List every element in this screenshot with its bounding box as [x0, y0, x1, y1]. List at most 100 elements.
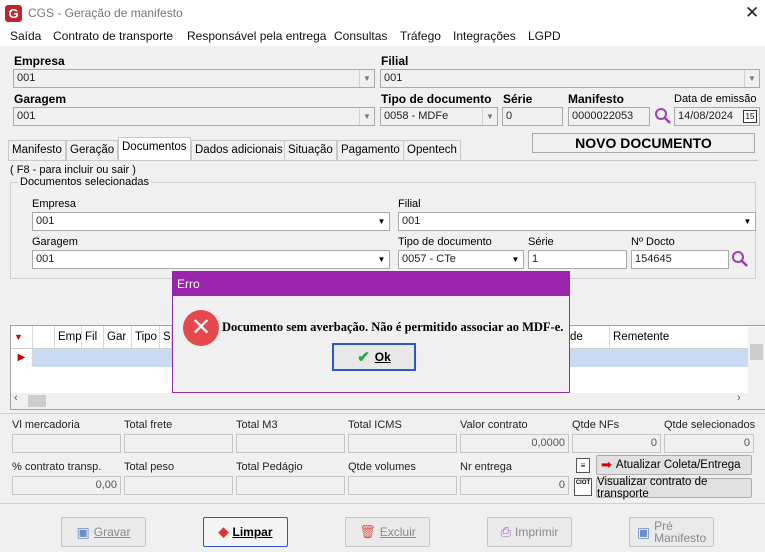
- doc-tipo-select[interactable]: 0057 - CTe ▼: [398, 250, 524, 269]
- documentos-group-title: Documentos selecionadas: [18, 176, 152, 188]
- tab-manifesto[interactable]: Manifesto: [8, 140, 66, 160]
- pre-manifesto-line2: Manifesto: [654, 531, 707, 545]
- empresa-label: Empresa: [14, 54, 65, 68]
- total-frete-field: [124, 434, 233, 453]
- footer-divider: [0, 503, 765, 504]
- tab-dados-adicionais[interactable]: Dados adicionais: [191, 140, 287, 160]
- nr-entrega-field: 0: [460, 476, 569, 495]
- menu-consultas[interactable]: Consultas: [334, 29, 387, 43]
- search-icon[interactable]: [731, 250, 749, 268]
- ciot-label: CIOT: [575, 480, 591, 486]
- tipo-documento-select[interactable]: 0058 - MDFe ▼: [380, 107, 498, 126]
- calendar-icon[interactable]: 15: [743, 110, 757, 123]
- limpar-button[interactable]: ◆ Limpar: [203, 517, 288, 547]
- atualizar-label: Atualizar Coleta/Entrega: [615, 459, 741, 471]
- printer-icon: ⎙: [500, 524, 512, 539]
- grid-col-s[interactable]: S: [160, 326, 172, 348]
- grid-col-frete[interactable]: de Frete: [566, 326, 610, 365]
- garagem-select[interactable]: 001 ▼: [13, 107, 375, 126]
- grid-hscroll-thumb[interactable]: [28, 395, 46, 407]
- grid-col-tipo[interactable]: Tipo: [132, 326, 160, 348]
- doc-filial-value: 001: [402, 215, 421, 227]
- imprimir-button[interactable]: ⎙ Imprimir: [487, 517, 572, 547]
- chevron-down-icon[interactable]: ▼: [744, 70, 759, 87]
- total-peso-label: Total peso: [124, 461, 175, 473]
- arrow-right-icon: ➡: [601, 457, 612, 472]
- doc-ndocto-input[interactable]: 154645: [631, 250, 729, 269]
- data-emissao-label: Data de emissão: [674, 93, 757, 105]
- tab-documentos[interactable]: Documentos: [118, 137, 191, 160]
- menu-contrato-transporte[interactable]: Contrato de transporte: [53, 29, 173, 43]
- grid-col-remetente[interactable]: Remetente: [610, 326, 750, 348]
- excluir-button[interactable]: 🗑 Excluir: [345, 517, 430, 547]
- menu-responsavel-entrega[interactable]: Responsável pela entrega: [187, 29, 326, 43]
- vl-mercadoria-field: [12, 434, 121, 453]
- doc-filial-select[interactable]: 001 ▼: [398, 212, 756, 231]
- data-emissao-input[interactable]: 14/08/2024 15: [674, 107, 760, 126]
- serie-input[interactable]: 0: [502, 107, 563, 126]
- filial-label: Filial: [381, 54, 409, 68]
- visualizar-contrato-button[interactable]: Visualizar contrato de transporte: [596, 476, 752, 500]
- chevron-down-icon[interactable]: ▼: [508, 251, 523, 268]
- qtde-nfs-field: 0: [572, 434, 661, 453]
- chevron-down-icon[interactable]: ▼: [482, 108, 497, 125]
- gravar-button[interactable]: ▣ Gravar: [61, 517, 146, 547]
- scroll-left-icon[interactable]: ‹: [14, 392, 18, 404]
- ciot-icon[interactable]: CIOT: [574, 478, 592, 496]
- total-pedagio-label: Total Pedágio: [236, 461, 303, 473]
- total-m3-label: Total M3: [236, 419, 278, 431]
- total-pedagio-field: [236, 476, 345, 495]
- chevron-down-icon[interactable]: ▼: [359, 108, 374, 125]
- doc-garagem-value: 001: [36, 253, 55, 265]
- menu-lgpd[interactable]: LGPD: [528, 29, 561, 43]
- app-logo-icon: G: [5, 5, 22, 22]
- status-banner: NOVO DOCUMENTO: [532, 133, 755, 153]
- doc-garagem-label: Garagem: [32, 236, 78, 248]
- grid-col-gar[interactable]: Gar: [104, 326, 132, 348]
- row-pointer-icon: ▶: [11, 349, 33, 367]
- chevron-down-icon[interactable]: ▼: [359, 70, 374, 87]
- scroll-right-icon[interactable]: ›: [737, 392, 741, 404]
- chevron-down-icon[interactable]: ▼: [740, 213, 755, 230]
- menu-integracoes[interactable]: Integrações: [453, 29, 516, 43]
- limpar-label: Limpar: [232, 525, 273, 539]
- menu-saida[interactable]: Saída: [10, 29, 41, 43]
- doc-serie-input[interactable]: 1: [528, 250, 627, 269]
- pre-manifesto-button[interactable]: ▣ Pré Manifesto: [629, 517, 714, 547]
- grid-vscroll-thumb[interactable]: [750, 344, 763, 360]
- document-icon[interactable]: ≡: [576, 458, 590, 473]
- data-emissao-value: 14/08/2024: [678, 110, 734, 122]
- grid-col-blank: [33, 326, 55, 348]
- menu-trafego[interactable]: Tráfego: [400, 29, 441, 43]
- search-icon[interactable]: [654, 107, 672, 125]
- doc-garagem-select[interactable]: 001 ▼: [32, 250, 390, 269]
- empresa-select[interactable]: 001 ▼: [13, 69, 375, 88]
- doc-ndocto-label: Nº Docto: [631, 236, 675, 248]
- grid-col-fil[interactable]: Fil: [82, 326, 104, 348]
- tab-opentech[interactable]: Opentech: [403, 140, 461, 160]
- manifesto-input[interactable]: 0000022053: [568, 107, 650, 126]
- filial-select[interactable]: 001 ▼: [380, 69, 760, 88]
- imprimir-label: Imprimir: [515, 525, 559, 539]
- doc-empresa-select[interactable]: 001 ▼: [32, 212, 390, 231]
- tab-situacao[interactable]: Situação: [284, 140, 337, 160]
- qtde-selecionados-label: Qtde selecionados: [664, 419, 756, 431]
- grid-hscrollbar[interactable]: [11, 393, 765, 409]
- pct-contrato-field: 0,00: [12, 476, 121, 495]
- grid-vscrollbar[interactable]: [748, 327, 765, 393]
- check-icon: ✔: [357, 349, 370, 366]
- tab-pagamento[interactable]: Pagamento: [337, 140, 404, 160]
- filial-value: 001: [384, 72, 403, 84]
- close-icon[interactable]: ✕: [745, 3, 759, 23]
- valor-contrato-label: Valor contrato: [460, 419, 528, 431]
- atualizar-coleta-entrega-button[interactable]: ➡ Atualizar Coleta/Entrega: [596, 455, 752, 475]
- doc-tipo-label: Tipo de documento: [398, 236, 492, 248]
- grid-col-emp[interactable]: Emp: [55, 326, 82, 348]
- excluir-label: Excluir: [379, 525, 416, 539]
- tipo-documento-label: Tipo de documento: [381, 92, 492, 106]
- chevron-down-icon[interactable]: ▼: [374, 213, 389, 230]
- tab-geracao[interactable]: Geração: [66, 140, 119, 160]
- chevron-down-icon[interactable]: ▼: [374, 251, 389, 268]
- floppy-icon: ▣: [636, 524, 651, 540]
- ok-button[interactable]: ✔ Ok: [332, 343, 416, 371]
